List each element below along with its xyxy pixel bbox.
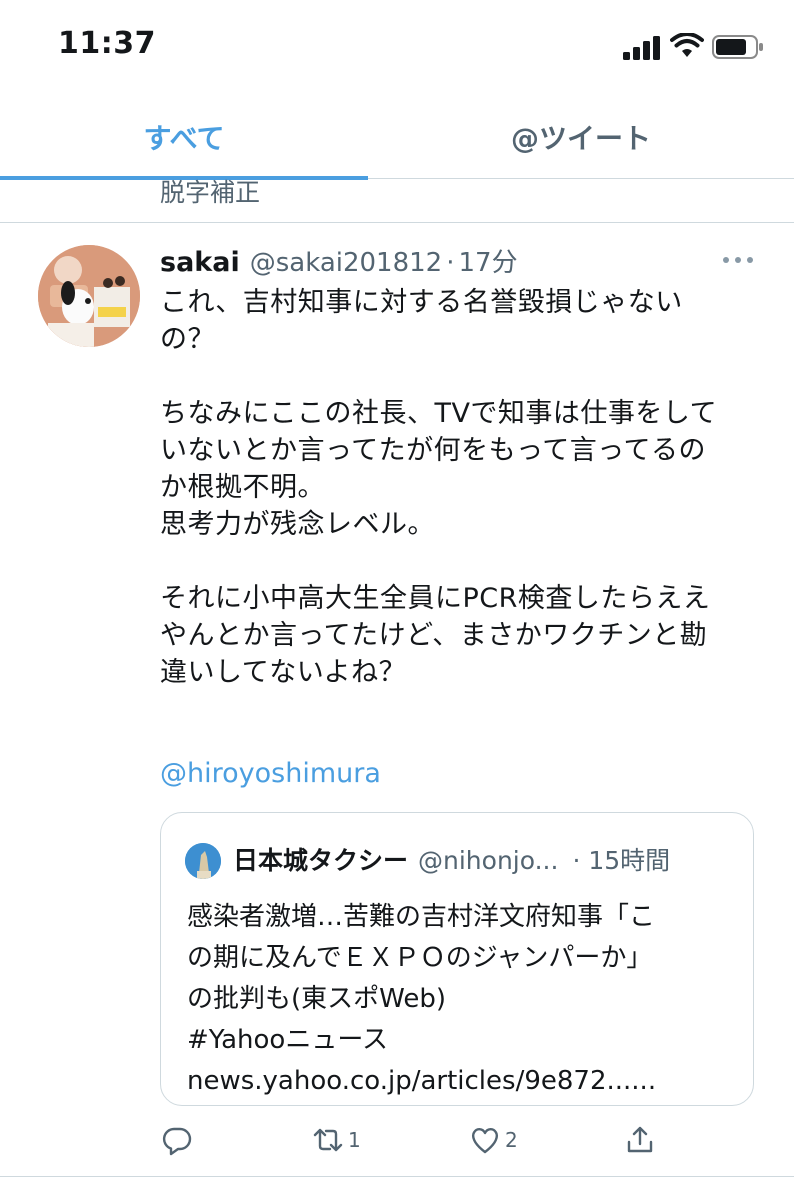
tweet-time[interactable]: 17分 [459,242,518,279]
separator-dot: · [446,248,455,278]
more-options-icon[interactable] [722,255,754,265]
retweet-button[interactable]: 1 [312,1124,361,1156]
tweet-text-line: 思考力が残念レベル。 [160,509,435,540]
share-icon [627,1126,653,1153]
mention-link[interactable]: @hiroyoshimura [160,758,381,789]
tweet-actions: 1 2 [0,1116,794,1172]
tweet-text-line: 違いしてないよね？ [160,657,407,688]
quoted-tweet-card[interactable]: 日本城タクシー @nihonjo... · 15時間 感染者激増…苦難の吉村洋文… [160,812,754,1106]
retweet-count: 1 [348,1128,361,1152]
like-button[interactable]: 2 [469,1124,518,1156]
tweet-text-line: の？ [160,324,215,355]
tweet-text-line: それに小中高大生全員にPCR検査したらええ [160,583,711,614]
reply-icon [162,1127,192,1156]
user-handle[interactable]: @sakai201812 [250,248,443,278]
quoted-tweet-time: · 15時間 [572,846,671,875]
divider [0,1176,794,1177]
heart-icon [471,1127,499,1154]
divider [0,222,794,223]
status-bar: 11:37 [0,0,794,90]
quoted-tweet-text: 感染者激増…苦難の吉村洋文府知事「こ の期に及んでＥＸＰＯのジャンパーか」 の批… [187,897,747,1102]
tweet-text-line: か根拠不明。 [160,472,325,503]
share-button[interactable] [624,1124,656,1156]
tab-bar: すべて @ツイート [0,96,794,180]
like-count: 2 [505,1128,518,1152]
quoted-tweet-header: 日本城タクシー @nihonjo... · 15時間 [233,841,670,877]
tweet-text-line: これ、吉村知事に対する名誉毀損じゃない [160,287,683,318]
user-name[interactable]: sakai [160,247,240,278]
tab-tweets[interactable]: @ツイート [368,96,794,178]
quoted-text-line: の期に及んでＥＸＰＯのジャンパーか」 [187,943,653,973]
snoopy-avatar-icon[interactable] [38,245,140,347]
quoted-user-avatar-icon [185,843,221,879]
signal-icon [623,36,660,60]
quoted-link: news.yahoo.co.jp/articles/9e872...... [187,1066,657,1096]
quoted-text-line: の批判も(東スポWeb) [187,984,446,1014]
quoted-user-handle: @nihonjo... [418,846,559,875]
status-time: 11:37 [58,26,156,61]
retweet-icon [313,1128,343,1152]
quoted-user-name: 日本城タクシー [233,846,409,875]
tweet-text: これ、吉村知事に対する名誉毀損じゃない の？ ちなみにここの社長、TVで知事は仕… [160,284,760,691]
reply-button[interactable] [161,1124,193,1156]
previous-tweet-text: 脱字補正 [160,178,261,207]
tweet-header: sakai @sakai201812 · 17分 [160,242,518,280]
tweet-text-line: いないとか言ってたが何をもって言ってるの [160,435,706,466]
quoted-hashtag: #Yahooニュース [187,1025,389,1055]
tweet-text-line: やんとか言ってたけど、まさかワクチンと勘 [160,620,708,651]
battery-icon [712,35,763,59]
quoted-text-line: 感染者激増…苦難の吉村洋文府知事「こ [187,902,656,932]
tweet-text-line: ちなみにここの社長、TVで知事は仕事をして [160,398,718,429]
wifi-icon [670,33,704,57]
tab-all[interactable]: すべて [0,96,368,178]
